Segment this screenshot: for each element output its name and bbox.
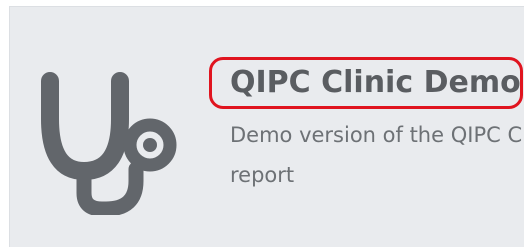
card-description: Demo version of the QIPC Clinic report	[230, 123, 524, 187]
stethoscope-icon	[36, 65, 186, 215]
card-title[interactable]: QIPC Clinic Demo	[230, 61, 521, 105]
report-card-qipc-clinic-demo[interactable]: QIPC Clinic Demo Demo version of the QIP…	[9, 6, 524, 247]
